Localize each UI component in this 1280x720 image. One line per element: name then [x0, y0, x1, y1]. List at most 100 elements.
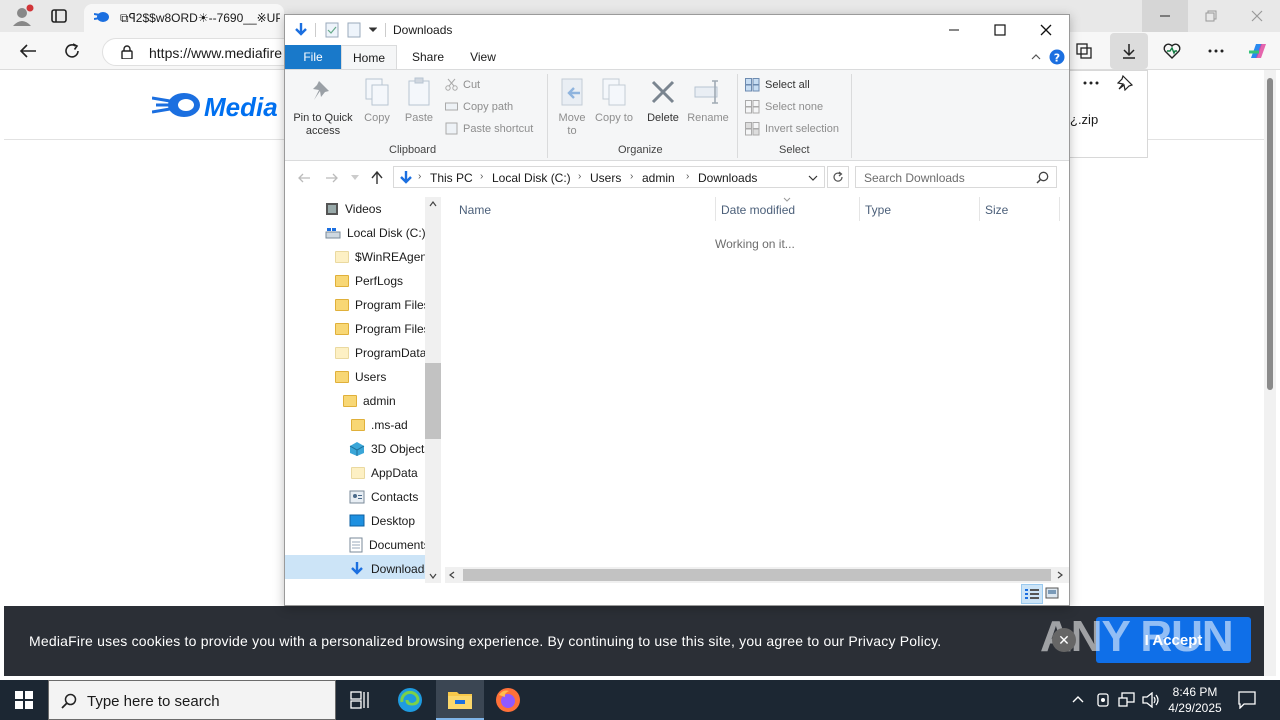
column-size[interactable]: Size	[985, 203, 1008, 217]
nav-item-users[interactable]: Users	[335, 365, 386, 389]
large-icons-view-icon[interactable]	[1045, 586, 1059, 600]
downloads-button[interactable]	[1110, 33, 1148, 69]
more-menu-icon[interactable]	[1200, 35, 1232, 67]
profile-icon[interactable]	[10, 4, 34, 28]
security-icon[interactable]	[1096, 692, 1110, 708]
browser-close-button[interactable]	[1234, 0, 1280, 32]
properties-icon[interactable]	[325, 22, 339, 38]
copy-button[interactable]: Copy	[359, 76, 395, 125]
file-explorer-icon[interactable]	[436, 680, 484, 720]
nav-scrollbar[interactable]	[425, 197, 441, 583]
tab-view[interactable]: View	[457, 45, 509, 69]
search-downloads-input[interactable]: Search Downloads	[855, 166, 1057, 188]
crumb-admin[interactable]: admin	[642, 171, 675, 185]
nav-item-contacts[interactable]: Contacts	[349, 485, 418, 509]
pin-quick-access-button[interactable]: Pin to Quick access	[289, 76, 357, 138]
column-type[interactable]: Type	[865, 203, 891, 217]
nav-item-perflogs[interactable]: PerfLogs	[335, 269, 403, 293]
chevron-right-icon[interactable]: ›	[480, 171, 483, 182]
breadcrumb[interactable]: › This PC › Local Disk (C:) › Users › ad…	[393, 166, 825, 188]
refresh-icon[interactable]	[827, 166, 849, 188]
nav-item-documents[interactable]: Documents	[349, 533, 430, 557]
lock-icon[interactable]	[121, 45, 133, 59]
column-divider[interactable]	[715, 197, 716, 221]
crumb-downloads[interactable]: Downloads	[698, 171, 757, 185]
collections-icon[interactable]	[1068, 35, 1100, 67]
column-name[interactable]: Name	[459, 203, 491, 217]
browser-restore-button[interactable]	[1188, 0, 1234, 32]
show-hidden-icons-icon[interactable]	[1072, 695, 1084, 703]
chevron-down-icon[interactable]	[808, 175, 818, 181]
crumb-local-disk[interactable]: Local Disk (C:)	[492, 171, 571, 185]
select-none-button[interactable]: Select none	[745, 100, 823, 114]
pin-icon[interactable]	[1117, 75, 1133, 91]
chevron-right-icon[interactable]: ›	[630, 171, 633, 182]
start-button[interactable]	[0, 680, 48, 720]
column-date-modified[interactable]: Date modified	[721, 203, 795, 217]
copy-path-button[interactable]: Copy path	[445, 100, 513, 113]
rename-button[interactable]: Rename	[685, 76, 731, 125]
chevron-right-icon[interactable]: ›	[686, 171, 689, 182]
search-icon[interactable]	[1036, 171, 1049, 184]
delete-button[interactable]: Delete	[641, 76, 685, 125]
collapse-ribbon-icon[interactable]	[1031, 53, 1041, 60]
network-icon[interactable]	[1118, 692, 1136, 708]
address-bar[interactable]: https://www.mediafire	[102, 38, 302, 66]
recent-locations-icon[interactable]	[351, 175, 359, 180]
mediafire-logo-icon[interactable]	[152, 90, 202, 120]
nav-item-program-files-x86[interactable]: Program Files	[335, 317, 430, 341]
qat-dropdown-icon[interactable]	[369, 27, 377, 33]
system-clock[interactable]: 8:46 PM 4/29/2025	[1162, 684, 1228, 716]
forward-arrow-icon[interactable]	[325, 172, 339, 184]
chevron-right-icon[interactable]: ›	[418, 171, 421, 182]
column-divider[interactable]	[1059, 197, 1060, 221]
volume-icon[interactable]	[1142, 692, 1160, 708]
select-all-button[interactable]: Select all	[745, 78, 810, 92]
nav-item-programdata[interactable]: ProgramData	[335, 341, 426, 365]
firefox-icon[interactable]	[484, 680, 532, 720]
browser-minimize-button[interactable]	[1142, 0, 1188, 32]
horizontal-scrollbar-thumb[interactable]	[463, 569, 1051, 581]
page-scrollbar-thumb[interactable]	[1267, 78, 1273, 390]
browser-essentials-icon[interactable]	[1156, 35, 1188, 67]
cut-button[interactable]: Cut	[445, 78, 480, 91]
tab-home[interactable]: Home	[341, 45, 397, 69]
crumb-this-pc[interactable]: This PC	[430, 171, 473, 185]
crumb-users[interactable]: Users	[590, 171, 621, 185]
nav-item-admin[interactable]: admin	[343, 389, 396, 413]
edge-icon[interactable]	[386, 680, 434, 720]
nav-item-local-disk[interactable]: Local Disk (C:)	[325, 221, 426, 245]
column-divider[interactable]	[859, 197, 860, 221]
reload-button[interactable]	[56, 35, 88, 67]
copilot-icon[interactable]	[1242, 35, 1274, 67]
help-icon[interactable]: ?	[1049, 49, 1065, 65]
new-folder-icon[interactable]	[347, 22, 361, 38]
notification-icon[interactable]	[1238, 691, 1256, 709]
nav-item-downloads[interactable]: Downloads	[349, 557, 430, 581]
taskbar-search-box[interactable]: Type here to search	[48, 680, 336, 720]
minimize-button[interactable]	[931, 15, 977, 45]
nav-item-ms-ad[interactable]: .ms-ad	[351, 413, 408, 437]
browser-tab[interactable]: ⧉ꟼ2$$w8ORD☀--7690__※UP4AT	[84, 4, 284, 32]
back-arrow-icon[interactable]	[297, 172, 311, 184]
back-button[interactable]	[12, 35, 44, 67]
horizontal-scrollbar[interactable]	[445, 567, 1069, 583]
mediafire-logo-text[interactable]: Media	[204, 92, 278, 123]
up-arrow-icon[interactable]	[371, 171, 383, 185]
nav-scrollbar-thumb[interactable]	[425, 363, 441, 439]
move-to-button[interactable]: Move to	[553, 76, 591, 138]
scroll-right-icon[interactable]	[1057, 571, 1063, 579]
maximize-button[interactable]	[977, 15, 1023, 45]
nav-item-videos[interactable]: Videos	[325, 197, 381, 221]
close-button[interactable]	[1023, 15, 1069, 45]
scroll-down-icon[interactable]	[429, 573, 437, 579]
nav-item-desktop[interactable]: Desktop	[349, 509, 415, 533]
nav-item-winreagent[interactable]: $WinREAgent	[335, 245, 430, 269]
copy-to-button[interactable]: Copy to	[595, 76, 633, 125]
details-view-icon[interactable]	[1021, 584, 1043, 604]
nav-item-program-files[interactable]: Program Files	[335, 293, 430, 317]
scroll-left-icon[interactable]	[449, 571, 455, 579]
paste-shortcut-button[interactable]: Paste shortcut	[445, 122, 533, 135]
column-divider[interactable]	[979, 197, 980, 221]
invert-selection-button[interactable]: Invert selection	[745, 122, 839, 136]
